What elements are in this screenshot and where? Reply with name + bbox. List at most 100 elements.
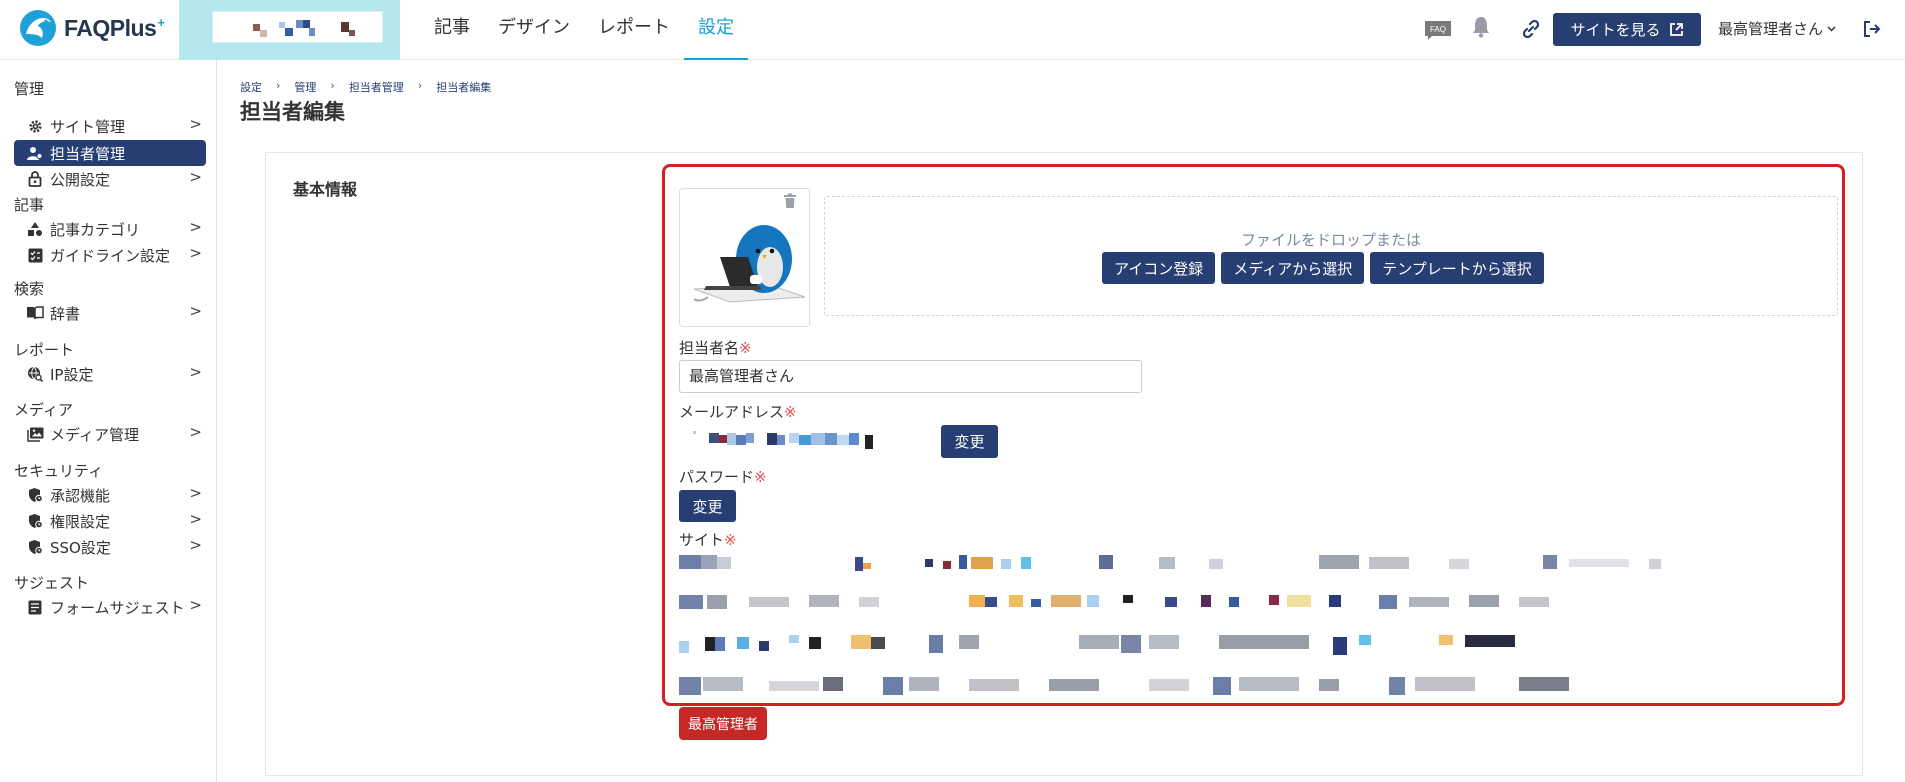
sidebar-group-security: セキュリティ bbox=[14, 462, 104, 480]
user-name: 最高管理者さん bbox=[1718, 20, 1824, 38]
link-icon[interactable] bbox=[1521, 19, 1541, 39]
view-site-button[interactable]: サイトを見る bbox=[1553, 13, 1701, 46]
breadcrumb-separator: › bbox=[417, 79, 423, 92]
faq-bubble-icon[interactable]: FAQ bbox=[1423, 19, 1453, 41]
nav-design[interactable]: デザイン bbox=[484, 0, 584, 60]
page-title: 担当者編集 bbox=[240, 100, 345, 124]
breadcrumb-item[interactable]: 担当者管理 bbox=[349, 79, 404, 95]
chevron-right-icon: > bbox=[189, 302, 202, 320]
chevron-right-icon: > bbox=[189, 218, 202, 236]
sidebar-item-label: メディア管理 bbox=[50, 425, 139, 444]
main-nav: 記事 デザイン レポート 設定 bbox=[420, 0, 748, 60]
email-change-button[interactable]: 変更 bbox=[941, 425, 998, 458]
name-label: 担当者名※ bbox=[679, 339, 752, 357]
app-logo[interactable]: FAQPlus+ bbox=[18, 8, 165, 48]
site-label: サイト※ bbox=[679, 531, 737, 549]
globe-search-icon bbox=[26, 365, 44, 383]
icon-register-button[interactable]: アイコン登録 bbox=[1102, 252, 1216, 284]
breadcrumb-item[interactable]: 設定 bbox=[240, 79, 262, 95]
sidebar-item-form-suggest[interactable]: フォームサジェスト > bbox=[14, 594, 206, 620]
upload-button-group: アイコン登録 メディアから選択 テンプレートから選択 bbox=[1102, 252, 1544, 284]
users-icon bbox=[26, 144, 44, 162]
password-change-button[interactable]: 変更 bbox=[679, 490, 736, 522]
sidebar-item-article-categories[interactable]: 記事カテゴリ > bbox=[14, 216, 206, 242]
breadcrumb-item-current: 担当者編集 bbox=[436, 81, 492, 94]
logout-icon[interactable] bbox=[1862, 19, 1882, 39]
sidebar-item-label: 辞書 bbox=[50, 304, 81, 323]
book-icon bbox=[26, 304, 44, 322]
images-icon bbox=[26, 425, 44, 443]
sidebar-group-search: 検索 bbox=[14, 280, 45, 298]
sidebar-item-ip-settings[interactable]: IP設定 > bbox=[14, 361, 206, 387]
chevron-right-icon: > bbox=[189, 363, 202, 381]
dolphin-logo-icon bbox=[20, 10, 56, 46]
sidebar-item-label: SSO設定 bbox=[50, 538, 111, 557]
chevron-right-icon: > bbox=[189, 423, 202, 441]
shapes-icon bbox=[26, 220, 44, 238]
sidebar-item-staff-management[interactable]: 担当者管理 bbox=[14, 140, 206, 166]
chevron-right-icon: > bbox=[189, 484, 202, 502]
external-link-icon bbox=[1669, 23, 1683, 36]
breadcrumb-separator: › bbox=[330, 79, 335, 92]
user-menu[interactable]: 最高管理者さん bbox=[1718, 18, 1836, 39]
sidebar-item-guideline-settings[interactable]: ガイドライン設定 > bbox=[14, 242, 206, 268]
sidebar-group-reports: レポート bbox=[14, 341, 75, 359]
email-label: メールアドレス※ bbox=[679, 403, 797, 421]
site-selector-blurred-name bbox=[212, 11, 383, 43]
nav-report[interactable]: レポート bbox=[584, 0, 684, 60]
logo-text: FAQPlus bbox=[64, 14, 157, 41]
dropzone-text: ファイルをドロップまたは bbox=[1240, 231, 1421, 249]
sidebar-item-label: サイト管理 bbox=[50, 117, 126, 136]
section-label: 基本情報 bbox=[293, 180, 358, 199]
form-icon bbox=[26, 598, 44, 616]
sidebar-item-permissions[interactable]: 権限設定 > bbox=[14, 508, 206, 534]
sidebar-group-admin: 管理 bbox=[14, 80, 45, 98]
sidebar-item-dictionary[interactable]: 辞書 > bbox=[14, 300, 206, 326]
chevron-right-icon: > bbox=[189, 244, 202, 262]
sidebar-item-site-management[interactable]: サイト管理 > bbox=[14, 113, 206, 139]
breadcrumb-item[interactable]: 管理 bbox=[294, 79, 316, 95]
sidebar-item-label: 記事カテゴリ bbox=[50, 220, 141, 239]
sidebar-group-media: メディア bbox=[14, 401, 73, 419]
view-site-label: サイトを見る bbox=[1570, 21, 1661, 39]
required-mark: ※ bbox=[739, 339, 752, 357]
breadcrumb: 設定 › 管理 › 担当者管理 › 担当者編集 bbox=[240, 79, 491, 95]
sidebar-item-label: 承認機能 bbox=[50, 486, 111, 505]
staff-name-input[interactable]: 最高管理者さん bbox=[679, 360, 1142, 393]
chevron-right-icon: > bbox=[189, 536, 202, 554]
avatar-illustration bbox=[693, 225, 806, 303]
select-from-template-button[interactable]: テンプレートから選択 bbox=[1370, 252, 1544, 284]
sidebar-group-articles: 記事 bbox=[14, 196, 45, 214]
sidebar-item-approval[interactable]: 承認機能 > bbox=[14, 482, 206, 508]
role-badge: 最高管理者 bbox=[679, 707, 767, 740]
site-selector[interactable] bbox=[179, 0, 400, 60]
site-list-blurred bbox=[679, 549, 1829, 705]
sidebar-item-label: 担当者管理 bbox=[50, 144, 126, 163]
shield-icon bbox=[26, 538, 44, 556]
sidebar-item-sso-settings[interactable]: SSO設定 > bbox=[14, 534, 206, 560]
chevron-right-icon: > bbox=[189, 596, 202, 614]
email-value-blurred bbox=[679, 427, 933, 453]
select-from-media-button[interactable]: メディアから選択 bbox=[1221, 252, 1365, 284]
bell-icon[interactable] bbox=[1471, 15, 1491, 39]
sidebar-item-label: フォームサジェスト bbox=[50, 598, 185, 617]
chevron-right-icon: > bbox=[189, 510, 202, 528]
lock-icon bbox=[26, 170, 44, 188]
sidebar-item-media-management[interactable]: メディア管理 > bbox=[14, 421, 206, 447]
file-dropzone[interactable]: ファイルをドロップまたは アイコン登録 メディアから選択 テンプレートから選択 bbox=[824, 196, 1838, 316]
shield-icon bbox=[26, 512, 44, 530]
sidebar-item-label: ガイドライン設定 bbox=[50, 246, 171, 265]
password-label: パスワード※ bbox=[679, 468, 767, 486]
breadcrumb-separator: › bbox=[276, 79, 281, 92]
required-mark: ※ bbox=[784, 403, 797, 421]
nav-settings[interactable]: 設定 bbox=[684, 0, 748, 60]
required-mark: ※ bbox=[724, 531, 737, 549]
trash-icon[interactable] bbox=[783, 193, 797, 209]
chevron-right-icon: > bbox=[189, 115, 202, 133]
nav-articles[interactable]: 記事 bbox=[420, 0, 484, 60]
top-header: FAQPlus+ 記事 デザイン レポート 設定 FAQ サイトを見る 最高管理… bbox=[0, 0, 1905, 60]
sidebar-item-label: IP設定 bbox=[50, 365, 94, 384]
faq-icon-text: FAQ bbox=[1430, 25, 1446, 34]
sidebar-item-label: 権限設定 bbox=[50, 512, 111, 531]
sidebar-item-publish-settings[interactable]: 公開設定 > bbox=[14, 166, 206, 192]
